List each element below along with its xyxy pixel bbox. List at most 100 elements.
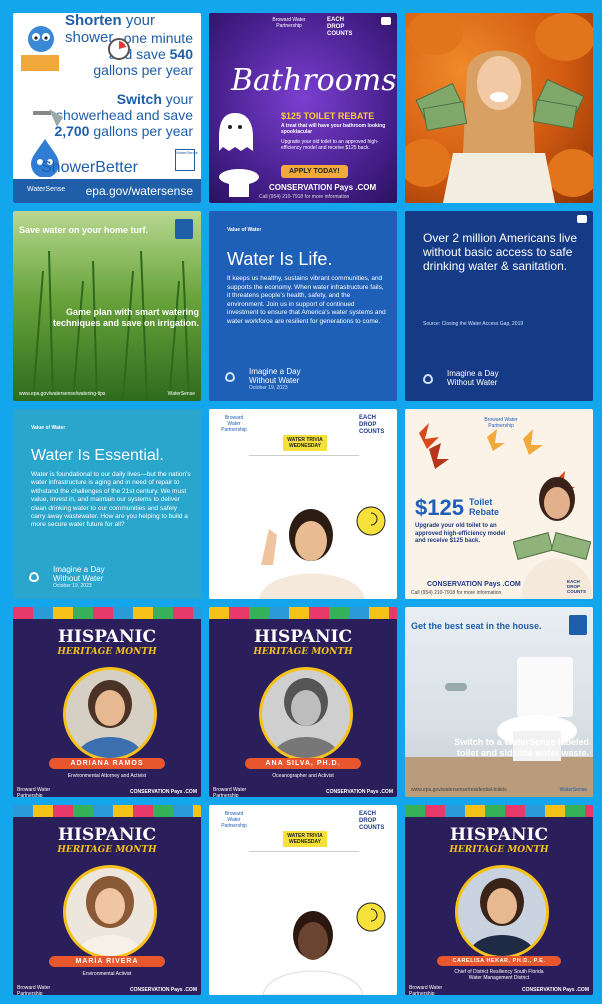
date-text: October 19, 2023 xyxy=(53,583,92,589)
rebate-description: Upgrade your old toilet to an approved h… xyxy=(415,523,506,544)
timer-icon xyxy=(108,38,130,60)
hispanic-title: HISPANIC xyxy=(57,825,157,845)
toilet-photo xyxy=(405,657,593,797)
honoree-role: Environmental Attorney and Activist xyxy=(67,773,147,779)
your-text: your xyxy=(165,91,193,107)
broward-partnership-logo: Broward Water Partnership xyxy=(221,415,247,433)
water-is-essential-body: Water is foundational to our daily lives… xyxy=(31,471,191,529)
conservation-pays-logo: CONSERVATION Pays .COM xyxy=(427,581,521,588)
water-is-essential-title: Water Is Essential. xyxy=(31,447,164,464)
turf-headline: Save water on your home turf. xyxy=(19,225,149,235)
call-info: Call (954) 210-7918 for more information… xyxy=(411,590,503,596)
imagine-a-day-text: Imagine a Day xyxy=(249,367,301,376)
broward-partnership-logo: Broward Water Partnership xyxy=(272,17,306,29)
water-drop-logo-icon xyxy=(225,369,235,387)
water-drop-logo-icon xyxy=(29,569,39,587)
water-drop-logo-icon xyxy=(423,371,433,389)
papel-picado-banner xyxy=(405,805,593,817)
post-best-seat-toilet[interactable]: Get the best seat in the house. Switch t… xyxy=(405,607,593,797)
post-bathrooms-rebate[interactable]: Broward Water Partnership EACH DROP COUN… xyxy=(209,13,397,203)
trivia-label: WATER TRIVIA WEDNESDAY xyxy=(283,831,327,847)
switch-text: Switch xyxy=(116,91,162,107)
water-drop-mascot-icon xyxy=(21,26,59,71)
grass-photo xyxy=(32,250,190,401)
post-home-turf[interactable]: Save water on your home turf. Game plan … xyxy=(13,211,201,401)
portrait-photo xyxy=(63,667,157,761)
post-hispanic-heritage-silva[interactable]: HISPANIC HERITAGE MONTH ANA SILVA, PH.D.… xyxy=(209,607,397,797)
heritage-month-subtitle: HERITAGE MONTH xyxy=(253,647,353,657)
spooktacular-subtitle: A treat that will have your bathroom loo… xyxy=(281,123,386,135)
divider xyxy=(249,851,359,852)
woman-with-cash-photo xyxy=(405,13,593,203)
post-water-is-essential[interactable]: Value of Water Water Is Essential. Water… xyxy=(13,409,201,599)
rebate-description: Upgrade your old toilet to an approved h… xyxy=(281,139,379,151)
each-drop-counts-logo: EACH DROP COUNTS xyxy=(327,17,353,37)
source-text: Source: Closing the Water Access Gap, 20… xyxy=(423,321,524,327)
broward-partnership-logo: Broward Water Partnership xyxy=(484,417,518,429)
watersense-logo-text: WaterSense xyxy=(167,391,195,397)
honoree-role: Oceanographer and Activist xyxy=(272,773,334,779)
ghost-toilet-icon xyxy=(219,113,259,197)
post-2-million-americans[interactable]: Over 2 million Americans live without ba… xyxy=(405,211,593,401)
broward-partnership-logo: Broward Water Partnership xyxy=(17,985,51,995)
toilet-rebate-heading: $125 TOILET REBATE xyxy=(281,111,375,121)
conservation-pays-logo: CONSERVATION Pays .COM xyxy=(522,987,589,993)
portrait-photo xyxy=(455,865,549,959)
divider xyxy=(249,455,359,456)
man-thinking-photo xyxy=(262,902,386,995)
showerhead-text: showerhead and save xyxy=(56,107,193,123)
honoree-name: CARELISA HEKAR, PH.D., P.E. xyxy=(437,956,561,966)
post-hispanic-heritage-hekar[interactable]: HISPANIC HERITAGE MONTH CARELISA HEKAR, … xyxy=(405,805,593,995)
broward-partnership-logo: Broward Water Partnership xyxy=(409,985,443,995)
post-hispanic-heritage-rivera[interactable]: HISPANIC HERITAGE MONTH MARÍA RIVERA Env… xyxy=(13,805,201,995)
watersense-badge xyxy=(569,615,587,635)
save-540-text: 540 xyxy=(169,46,193,62)
toilet-rebate-label: Toilet Rebate xyxy=(469,497,500,517)
papel-picado-banner xyxy=(209,607,397,619)
papel-picado-banner xyxy=(13,607,201,619)
heritage-month-subtitle: HERITAGE MONTH xyxy=(57,845,157,855)
post-hispanic-heritage-ramos[interactable]: HISPANIC HERITAGE MONTH ADRIANA RAMOS En… xyxy=(13,607,201,797)
watersense-badge xyxy=(175,219,193,239)
footer-bar: WaterSense epa.gov/watersense xyxy=(13,179,201,203)
best-seat-body: Switch to a WaterSense labeled toilet an… xyxy=(454,737,589,758)
honoree-name: ANA SILVA, PH.D. xyxy=(245,758,361,769)
watersense-logo-text: WaterSense xyxy=(559,787,587,793)
post-water-trivia-2[interactable]: Broward Water Partnership EACH DROP COUN… xyxy=(209,805,397,995)
honoree-role: Chief of District Resiliency South Flori… xyxy=(454,969,544,981)
post-shower-better[interactable]: Shorten your shower one minute and save … xyxy=(13,13,201,203)
water-is-life-body: It keeps us healthy, sustains vibrant co… xyxy=(227,275,386,325)
shower-better-logo: ShowerBetter xyxy=(41,159,138,176)
honoree-name: MARÍA RIVERA xyxy=(49,956,165,967)
video-icon[interactable] xyxy=(381,17,391,25)
bathrooms-title: Bathrooms! xyxy=(231,63,397,98)
hispanic-title: HISPANIC xyxy=(449,825,549,845)
hispanic-title: HISPANIC xyxy=(57,627,157,647)
portrait-photo xyxy=(259,667,353,761)
post-pumpkin-money-photo[interactable] xyxy=(405,13,593,203)
turf-url: www.epa.gov/watersense/watering-tips xyxy=(19,391,106,397)
each-drop-counts-logo: EACH DROP COUNTS xyxy=(359,811,385,831)
without-water-text: Without Water xyxy=(53,574,104,583)
heritage-month-subtitle: HERITAGE MONTH xyxy=(449,845,549,855)
broward-partnership-logo: Broward Water Partnership xyxy=(221,811,247,829)
post-water-trivia-1[interactable]: Broward Water Partnership EACH DROP COUN… xyxy=(209,409,397,599)
each-drop-counts-logo: EACH DROP COUNTS xyxy=(567,579,586,594)
instagram-post-grid: Shorten your shower one minute and save … xyxy=(13,13,595,995)
video-icon[interactable] xyxy=(577,215,587,223)
conservation-pays-logo: CONSERVATION Pays .COM xyxy=(269,183,377,192)
gallons-per-year-text-2: gallons per year xyxy=(93,123,193,139)
trivia-label: WATER TRIVIA WEDNESDAY xyxy=(283,435,327,451)
apply-today-button[interactable]: APPLY TODAY! xyxy=(281,165,348,178)
broward-partnership-logo: Broward Water Partnership xyxy=(17,787,51,797)
seat-url: www.epa.gov/watersense/residential-toile… xyxy=(411,787,507,793)
epa-url: epa.gov/watersense xyxy=(85,184,193,198)
without-water-text: Without Water xyxy=(249,376,300,385)
two-million-headline: Over 2 million Americans live without ba… xyxy=(423,231,578,273)
post-125-toilet-rebate[interactable]: Broward Water Partnership $125 Toilet Re… xyxy=(405,409,593,599)
post-water-is-life[interactable]: Value of Water Water Is Life. It keeps u… xyxy=(209,211,397,401)
papel-picado-banner xyxy=(13,805,201,817)
heritage-month-subtitle: HERITAGE MONTH xyxy=(57,647,157,657)
woman-pointing-photo xyxy=(259,506,386,599)
watersense-badge: WaterSense xyxy=(175,149,198,171)
